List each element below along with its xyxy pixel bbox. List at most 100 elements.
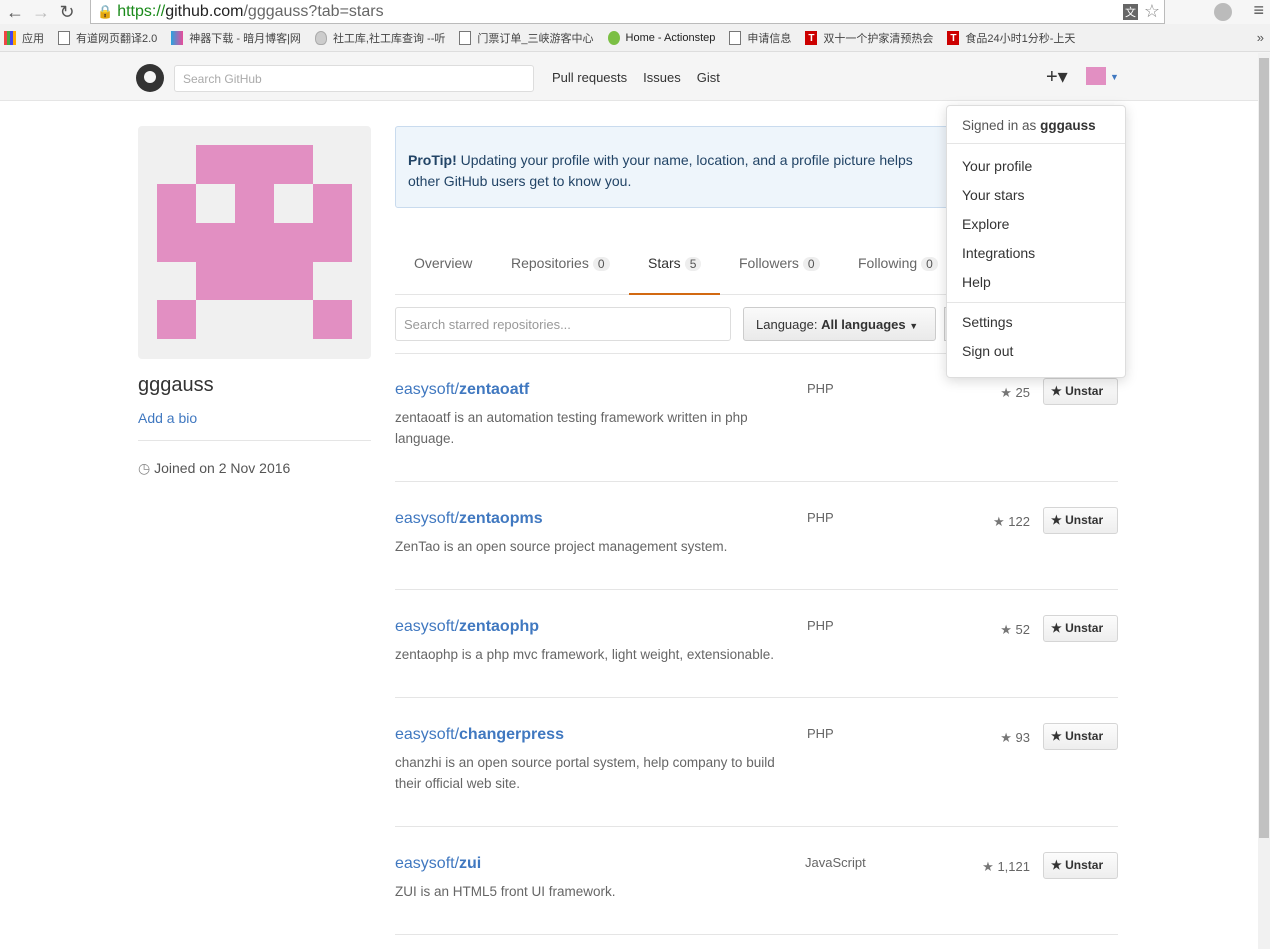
caret-down-icon: ▼ <box>909 321 919 331</box>
bookmark[interactable]: T 食品24小时1分秒-上天 <box>947 30 1075 46</box>
tab-stars[interactable]: Stars 5 <box>629 240 720 295</box>
star-icon: ★ <box>1000 385 1012 400</box>
bookmark[interactable]: Home - Actionstep <box>607 30 715 45</box>
nav-pull-requests[interactable]: Pull requests <box>552 70 627 85</box>
menu-explore[interactable]: Explore <box>947 210 1125 239</box>
repo-description: ZenTao is an open source project managem… <box>395 539 728 554</box>
user-dropdown-menu: Signed in as gggauss Your profile Your s… <box>946 105 1126 378</box>
page-icon <box>58 30 70 45</box>
starred-repo-item: easysoft/zentaopms ZenTao is an open sou… <box>395 482 1118 590</box>
profile-tabs: Overview Repositories 0 Stars 5 Followers 0… <box>395 240 955 295</box>
star-icon: ★ <box>1000 730 1012 745</box>
language-filter-select[interactable]: Language: All languages ▼ <box>743 307 936 341</box>
search-starred-input[interactable]: Search starred repositories... <box>395 307 731 341</box>
repo-link[interactable]: easysoft/zentaophp <box>395 618 539 636</box>
repo-stargazers-link[interactable]: ★ 52 <box>1000 622 1030 638</box>
starred-repo-item: easysoft/zentaophp zentaophp is a php mv… <box>395 590 1118 698</box>
repo-language: PHP <box>807 618 834 633</box>
github-header: Search GitHub Pull requests Issues Gist … <box>0 52 1270 101</box>
protip-banner: ProTip! Updating your profile with your … <box>395 126 955 208</box>
repo-stargazers-link[interactable]: ★ 122 <box>993 514 1030 530</box>
tab-following[interactable]: Following 0 <box>858 240 938 295</box>
create-new-button[interactable]: +▾ <box>1046 64 1068 89</box>
star-icon: ★ <box>982 859 994 874</box>
repo-link[interactable]: easysoft/zui <box>395 855 481 873</box>
nav-gist[interactable]: Gist <box>697 70 720 85</box>
divider <box>138 440 371 441</box>
actionstep-icon <box>607 30 620 45</box>
repo-description: chanzhi is an open source portal system,… <box>395 755 775 791</box>
star-icon: ★ <box>1051 621 1062 635</box>
star-icon: ★ <box>993 514 1005 529</box>
search-input[interactable]: Search GitHub <box>174 65 534 92</box>
bookmark[interactable]: 社工库,社工库查询 --听 <box>314 30 445 46</box>
menu-sign-out[interactable]: Sign out <box>947 337 1125 366</box>
unstar-button[interactable]: ★ Unstar <box>1043 852 1118 879</box>
unstar-button[interactable]: ★ Unstar <box>1043 378 1118 405</box>
t-icon: T <box>805 30 818 45</box>
t-icon: T <box>947 30 960 45</box>
repo-link[interactable]: easysoft/changerpress <box>395 726 564 744</box>
repo-description: ZUI is an HTML5 front UI framework. <box>395 884 616 899</box>
divider <box>947 302 1125 303</box>
star-icon: ★ <box>1000 622 1012 637</box>
bookmark[interactable]: 神器下载 - 暗月博客|网 <box>171 30 301 46</box>
site-icon <box>171 30 184 45</box>
page-icon <box>729 30 742 45</box>
repo-link[interactable]: easysoft/zentaopms <box>395 510 543 528</box>
add-bio-link[interactable]: Add a bio <box>138 410 197 426</box>
scrollbar-thumb[interactable] <box>1259 58 1269 838</box>
caret-down-icon[interactable]: ▼ <box>1110 72 1119 82</box>
menu-integrations[interactable]: Integrations <box>947 239 1125 268</box>
address-bar[interactable]: 🔒 https://github.com/gggauss?tab=stars 文… <box>90 0 1165 24</box>
menu-help[interactable]: Help <box>947 268 1125 297</box>
profile-avatar[interactable] <box>138 126 371 359</box>
apps-icon <box>4 30 16 45</box>
back-icon[interactable]: ← <box>4 2 26 23</box>
joined-date: ◷ Joined on 2 Nov 2016 <box>138 460 291 476</box>
browser-toolbar: ← → ↻ 🔒 https://github.com/gggauss?tab=s… <box>0 0 1270 24</box>
tab-followers[interactable]: Followers 0 <box>739 240 820 295</box>
unstar-button[interactable]: ★ Unstar <box>1043 507 1118 534</box>
repo-language: PHP <box>807 510 834 525</box>
extension-globe-icon[interactable] <box>1214 3 1232 21</box>
starred-repo-item: easysoft/zui ZUI is an HTML5 front UI fr… <box>395 827 1118 935</box>
repo-link[interactable]: easysoft/zentaoatf <box>395 381 529 399</box>
nav-issues[interactable]: Issues <box>643 70 681 85</box>
repo-language: PHP <box>807 381 834 396</box>
forward-icon[interactable]: → <box>30 2 52 23</box>
bookmark[interactable]: 申请信息 <box>729 30 791 46</box>
repo-description: zentaoatf is an automation testing frame… <box>395 410 748 446</box>
starred-repo-item: easysoft/changerpress chanzhi is an open… <box>395 698 1118 827</box>
repo-stargazers-link[interactable]: ★ 93 <box>1000 730 1030 746</box>
repo-description: zentaophp is a php mvc framework, light … <box>395 647 774 662</box>
user-avatar[interactable] <box>1086 67 1106 85</box>
star-icon: ★ <box>1051 384 1062 398</box>
tab-repositories[interactable]: Repositories 0 <box>511 240 610 295</box>
github-logo-icon[interactable] <box>136 64 164 92</box>
bookmark-apps[interactable]: 应用 <box>4 30 44 46</box>
unstar-button[interactable]: ★ Unstar <box>1043 723 1118 750</box>
star-icon: ★ <box>1051 729 1062 743</box>
tab-overview[interactable]: Overview <box>414 240 472 295</box>
translate-icon[interactable]: 文 <box>1123 3 1138 20</box>
menu-settings[interactable]: Settings <box>947 308 1125 337</box>
lock-icon: 🔒 <box>97 3 114 19</box>
bookmark-star-icon[interactable]: ☆ <box>1144 1 1160 22</box>
repo-stargazers-link[interactable]: ★ 25 <box>1000 385 1030 401</box>
unstar-button[interactable]: ★ Unstar <box>1043 615 1118 642</box>
bookmark[interactable]: 门票订单_三峡游客中心 <box>459 30 594 46</box>
star-icon: ★ <box>1051 858 1062 872</box>
bookmark[interactable]: T 双十一个护家清预热会 <box>805 30 933 46</box>
browser-menu-icon[interactable]: ≡ <box>1253 0 1264 21</box>
page-icon <box>459 30 472 45</box>
bookmarks-bar: 应用 有道网页翻译2.0 神器下载 - 暗月博客|网 社工库,社工库查询 --听… <box>0 24 1270 52</box>
clock-icon: ◷ <box>138 460 151 476</box>
menu-your-stars[interactable]: Your stars <box>947 181 1125 210</box>
reload-icon[interactable]: ↻ <box>56 2 78 23</box>
more-bookmarks-icon[interactable]: » <box>1257 30 1264 45</box>
bookmark[interactable]: 有道网页翻译2.0 <box>58 30 157 46</box>
repo-stargazers-link[interactable]: ★ 1,121 <box>982 859 1030 875</box>
repo-language: JavaScript <box>805 855 866 870</box>
menu-your-profile[interactable]: Your profile <box>947 152 1125 181</box>
